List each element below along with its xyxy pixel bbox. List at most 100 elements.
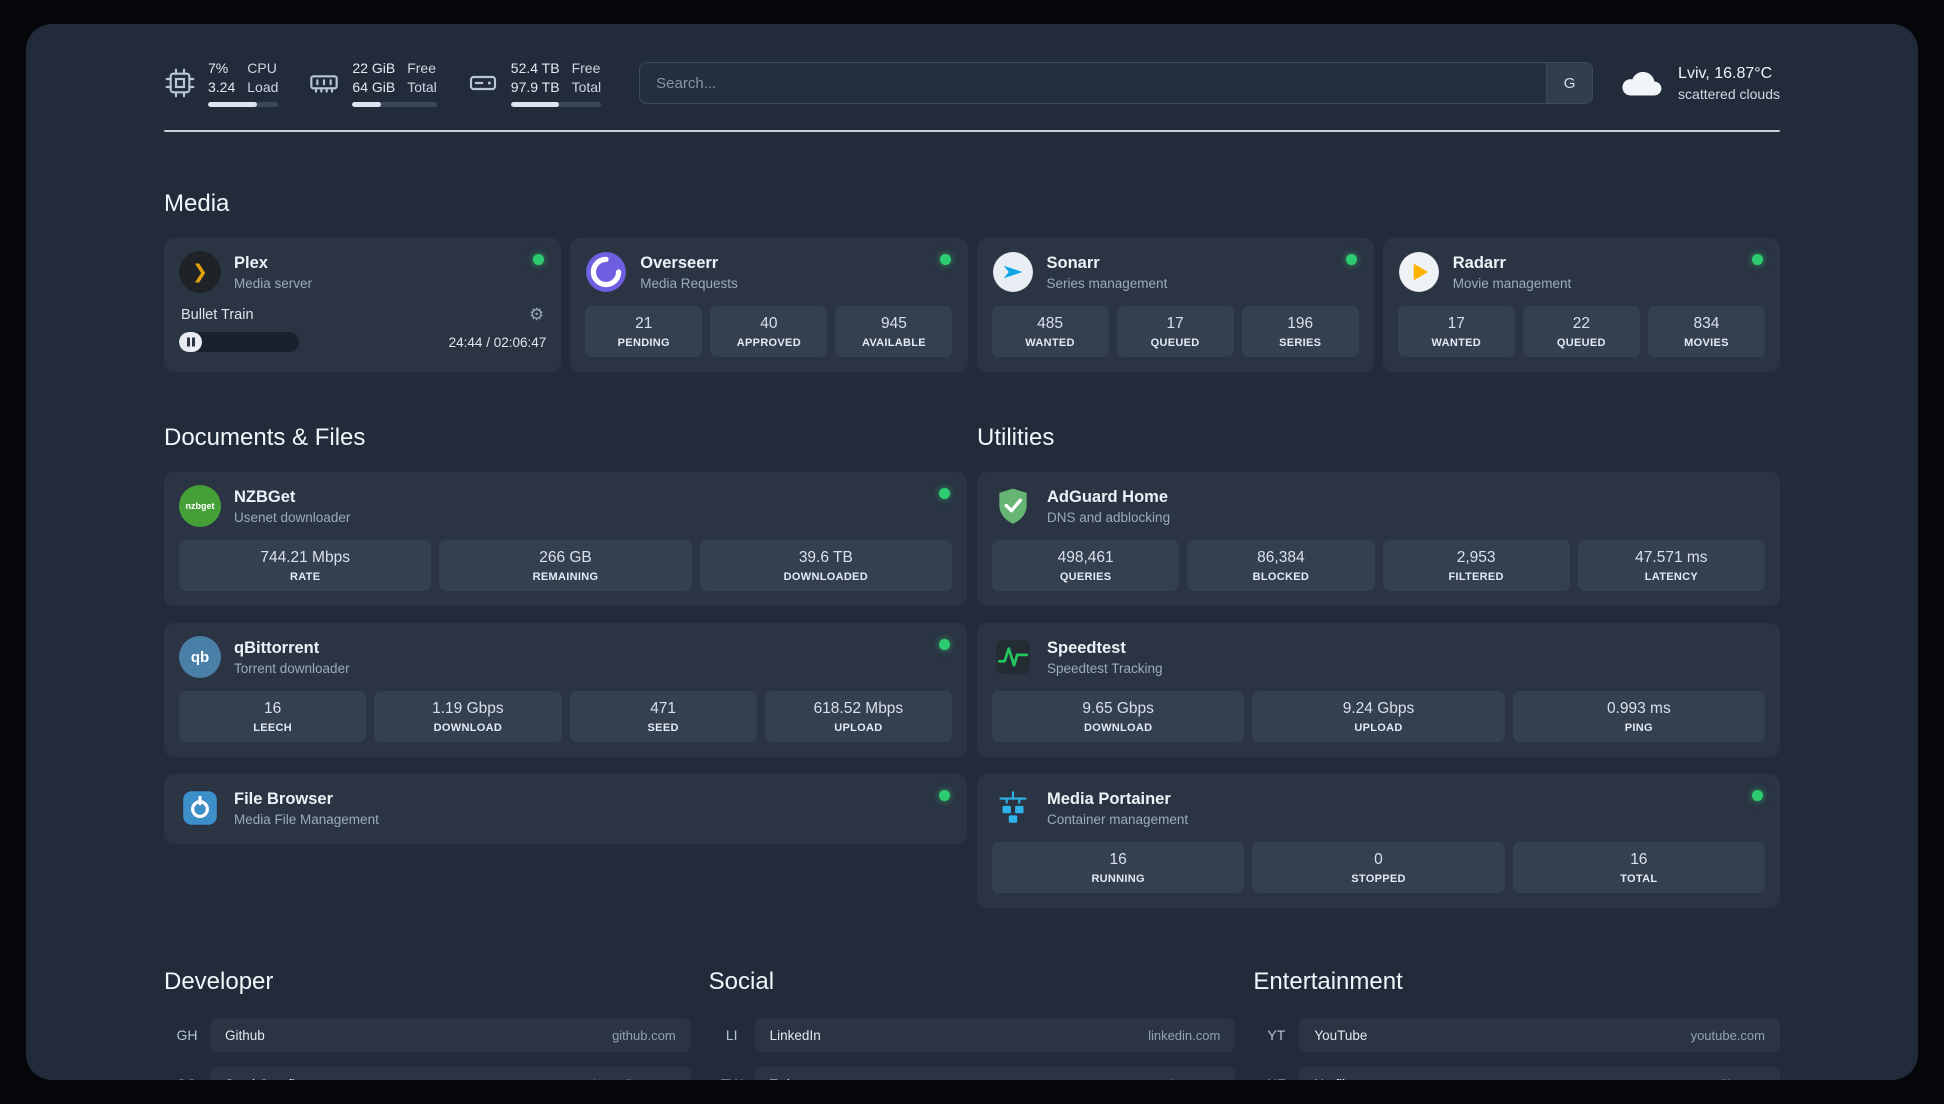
bookmark-url: netflix.com bbox=[1703, 1077, 1765, 1081]
bookmarks-entertainment: Entertainment YT YouTube youtube.com NF … bbox=[1253, 968, 1780, 1080]
utilities-column: Utilities AdGuard Home DNS and adblockin… bbox=[977, 372, 1780, 908]
service-card-overseerr[interactable]: Overseerr Media Requests 21 PENDING 40 A… bbox=[570, 238, 968, 372]
cpu-label: CPU bbox=[247, 60, 277, 77]
disk-icon bbox=[469, 75, 496, 91]
bookmark-youtube[interactable]: YT YouTube youtube.com bbox=[1253, 1018, 1780, 1052]
service-name: Plex bbox=[234, 253, 268, 272]
service-name: Sonarr bbox=[1046, 253, 1100, 272]
playback-time: 24:44 / 02:06:47 bbox=[448, 334, 547, 350]
disk-free: 52.4 TB bbox=[510, 60, 560, 77]
bookmark-abbr: YT bbox=[1267, 1027, 1286, 1043]
pause-icon[interactable] bbox=[187, 337, 195, 347]
bookmark-stackoverflow[interactable]: SO StackOverflow stackoverflow.com bbox=[164, 1067, 691, 1080]
filebrowser-icon bbox=[179, 787, 221, 829]
qbittorrent-icon: qb bbox=[179, 636, 221, 678]
service-name: File Browser bbox=[234, 789, 334, 808]
portainer-icon bbox=[992, 787, 1034, 829]
overseerr-icon bbox=[585, 251, 627, 293]
cpu-widget: 7% 3.24 CPU Load bbox=[164, 59, 279, 107]
memory-widget: 22 GiB 64 GiB Free Total bbox=[308, 59, 437, 107]
bookmark-linkedin[interactable]: LI LinkedIn linkedin.com bbox=[709, 1018, 1236, 1052]
stat-approved: 40 APPROVED bbox=[710, 306, 828, 357]
disk-widget: 52.4 TB 97.9 TB Free Total bbox=[467, 59, 602, 107]
disk-free-label: Free bbox=[571, 60, 601, 77]
status-dot-online bbox=[1752, 254, 1763, 265]
bookmark-netflix[interactable]: NF Netflix netflix.com bbox=[1253, 1067, 1780, 1080]
section-title-utilities: Utilities bbox=[977, 424, 1055, 451]
bookmark-name: Github bbox=[225, 1027, 265, 1043]
stat-ping: 0.993 ms PING bbox=[1512, 691, 1765, 742]
service-card-nzbget[interactable]: nzbget NZBGet Usenet downloader 744.21 M… bbox=[164, 472, 967, 606]
bookmarks-developer: Developer GH Github github.com SO StackO… bbox=[164, 968, 691, 1080]
service-name: qBittorrent bbox=[234, 638, 320, 657]
service-subtitle: Series management bbox=[1046, 275, 1168, 291]
bookmark-name: Netflix bbox=[1314, 1077, 1352, 1081]
stat-remaining: 266 GB REMAINING bbox=[439, 540, 692, 591]
search-input[interactable] bbox=[639, 62, 1594, 104]
header-divider bbox=[164, 130, 1780, 132]
stat-available: 945 AVAILABLE bbox=[835, 306, 953, 357]
bookmark-url: youtube.com bbox=[1690, 1027, 1765, 1043]
service-card-speedtest[interactable]: Speedtest Speedtest Tracking 9.65 Gbps D… bbox=[977, 623, 1780, 757]
service-card-portainer[interactable]: Media Portainer Container management 16 … bbox=[977, 774, 1780, 908]
stat-rate: 744.21 Mbps RATE bbox=[179, 540, 432, 591]
stat-stopped: 0 STOPPED bbox=[1252, 842, 1505, 893]
service-card-filebrowser[interactable]: File Browser Media File Management bbox=[164, 774, 967, 844]
now-playing-title: Bullet Train bbox=[181, 306, 254, 323]
weather-widget: Lviv, 16.87°C scattered clouds bbox=[1619, 65, 1780, 102]
service-card-qbittorrent[interactable]: qb qBittorrent Torrent downloader 16 LEE… bbox=[164, 623, 967, 757]
cpu-percent: 7% bbox=[208, 60, 229, 77]
bookmark-name: Twitter bbox=[770, 1077, 810, 1081]
section-title-documents: Documents & Files bbox=[164, 424, 366, 451]
stat-leech: 16 LEECH bbox=[179, 691, 367, 742]
topbar: 7% 3.24 CPU Load 22 GiB 64 GiB Free Tota… bbox=[164, 52, 1780, 114]
weather-location: Lviv, 16.87°C bbox=[1678, 64, 1773, 82]
bookmarks-social: Social LI LinkedIn linkedin.com TW Twitt… bbox=[709, 968, 1236, 1080]
service-card-radarr[interactable]: Radarr Movie management 17 WANTED 22 QUE… bbox=[1382, 238, 1780, 372]
service-card-plex[interactable]: ❯ Plex Media server Bullet Train ⚙ 24:44… bbox=[164, 238, 562, 372]
stat-download: 1.19 Gbps DOWNLOAD bbox=[374, 691, 562, 742]
gear-icon[interactable]: ⚙ bbox=[529, 306, 544, 323]
bookmark-url: github.com bbox=[612, 1027, 676, 1043]
service-name: Speedtest bbox=[1047, 638, 1126, 657]
status-dot-online bbox=[939, 790, 950, 801]
bookmark-url: stackoverflow.com bbox=[569, 1077, 675, 1081]
stat-wanted: 17 WANTED bbox=[1397, 306, 1515, 357]
service-card-sonarr[interactable]: Sonarr Series management 485 WANTED 17 Q… bbox=[976, 238, 1374, 372]
bookmark-name: YouTube bbox=[1314, 1027, 1368, 1043]
disk-total: 97.9 TB bbox=[510, 78, 560, 95]
service-name: Media Portainer bbox=[1047, 789, 1171, 808]
section-title-developer: Developer bbox=[164, 968, 274, 995]
seek-bar[interactable] bbox=[179, 332, 299, 352]
bookmark-github[interactable]: GH Github github.com bbox=[164, 1018, 691, 1052]
service-subtitle: Usenet downloader bbox=[234, 509, 351, 525]
memory-total: 64 GiB bbox=[352, 78, 396, 95]
memory-free-label: Free bbox=[407, 60, 437, 77]
bookmark-twitter[interactable]: TW Twitter twitter.com bbox=[709, 1067, 1236, 1080]
stat-queued: 22 QUEUED bbox=[1522, 306, 1640, 357]
stat-latency: 47.571 ms LATENCY bbox=[1577, 540, 1765, 591]
memory-free: 22 GiB bbox=[352, 60, 396, 77]
stat-pending: 21 PENDING bbox=[585, 306, 703, 357]
stat-downloaded: 39.6 TB DOWNLOADED bbox=[699, 540, 952, 591]
service-subtitle: Speedtest Tracking bbox=[1047, 660, 1163, 676]
bookmark-abbr: NF bbox=[1253, 1067, 1299, 1080]
service-card-adguard[interactable]: AdGuard Home DNS and adblocking 498,461 … bbox=[977, 472, 1780, 606]
adguard-icon bbox=[992, 485, 1034, 527]
section-title-entertainment: Entertainment bbox=[1253, 968, 1403, 995]
cpu-usage-bar bbox=[208, 101, 279, 107]
service-subtitle: Movie management bbox=[1452, 275, 1572, 291]
service-subtitle: Media File Management bbox=[234, 811, 379, 827]
status-dot-online bbox=[939, 254, 951, 265]
search-engine-button[interactable]: G bbox=[1546, 63, 1593, 103]
disk-total-label: Total bbox=[571, 78, 602, 95]
status-dot-online bbox=[1752, 790, 1763, 801]
cpu-load: 3.24 bbox=[208, 78, 236, 95]
memory-usage-fill bbox=[352, 101, 382, 107]
memory-total-label: Total bbox=[407, 78, 437, 95]
search-bar: G bbox=[639, 62, 1594, 104]
weather-condition: scattered clouds bbox=[1678, 85, 1780, 102]
bookmarks-section: Developer GH Github github.com SO StackO… bbox=[164, 968, 1780, 1080]
stat-running: 16 RUNNING bbox=[992, 842, 1245, 893]
service-name: NZBGet bbox=[234, 487, 296, 506]
